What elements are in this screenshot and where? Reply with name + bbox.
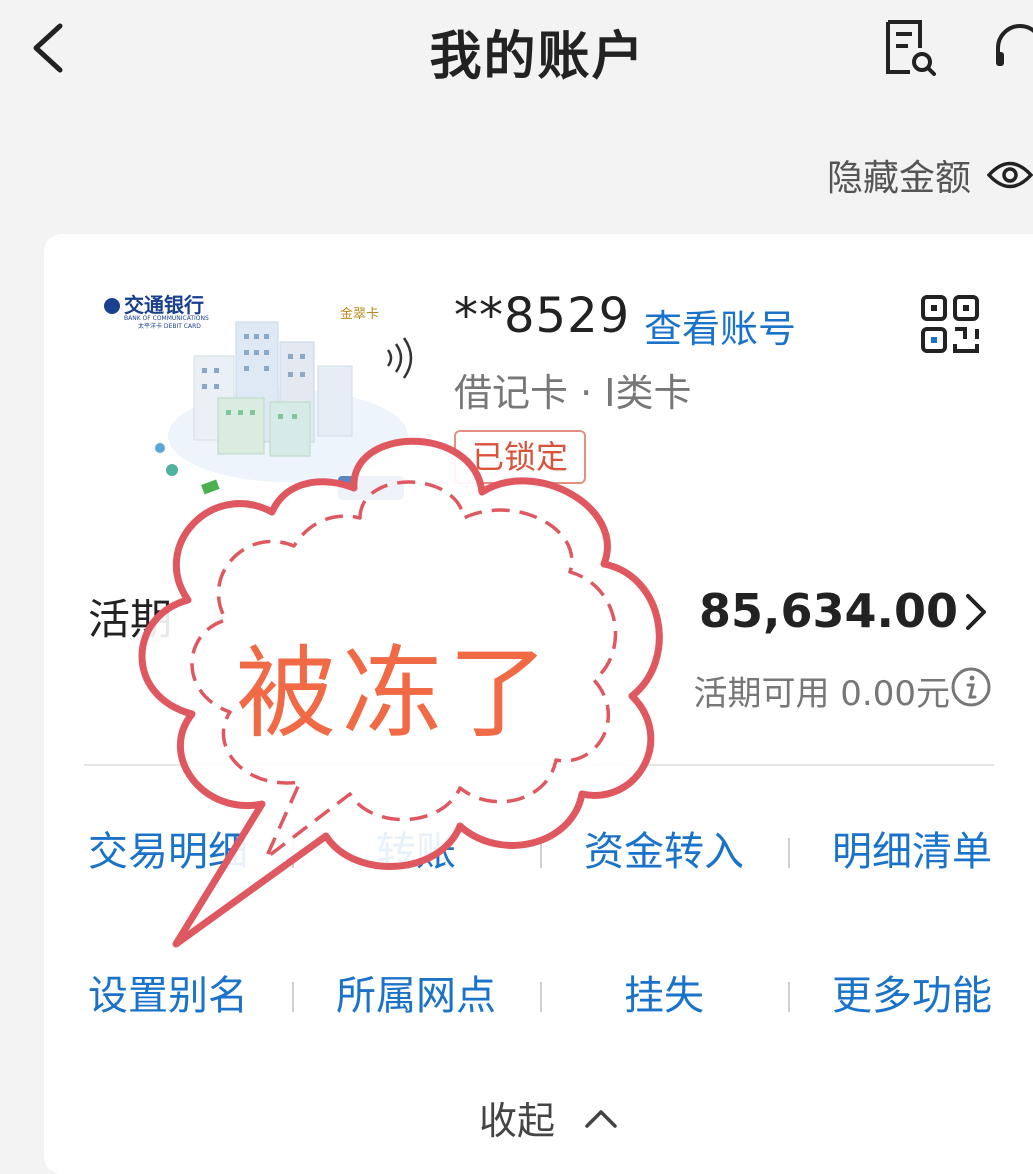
top-bar: 我的账户 (0, 0, 1033, 100)
status-badge: 已锁定 (454, 430, 587, 484)
hide-amount-label: 隐藏金额 (826, 158, 971, 199)
more-functions-button[interactable]: 更多功能 (788, 966, 1033, 1026)
collapse-button[interactable]: 收起 (44, 1090, 1033, 1145)
svg-text:交通银行: 交通银行 (124, 293, 204, 317)
hide-amount-toggle[interactable]: 隐藏金额 (827, 150, 1033, 200)
collapse-label: 收起 (478, 1099, 555, 1143)
card-number: **8529 (454, 288, 631, 344)
set-alias-button[interactable]: 设置别名 (44, 966, 292, 1026)
chevron-up-icon (585, 1109, 617, 1128)
card-type: 借记卡 · I类卡 (454, 371, 692, 415)
view-account-number-link[interactable]: 查看账号 (644, 298, 796, 353)
statement-list-button[interactable]: 明细清单 (788, 822, 1033, 882)
transaction-details-button[interactable]: 交易明细 (44, 822, 292, 882)
report-loss-button[interactable]: 挂失 (540, 966, 788, 1026)
customer-service-icon[interactable] (992, 22, 1033, 78)
available-balance: 活期可用 0.00元 (693, 674, 950, 714)
qr-code-icon[interactable] (920, 294, 980, 354)
branch-button[interactable]: 所属网点 (292, 966, 540, 1026)
svg-text:太平洋卡 DEBIT CARD: 太平洋卡 DEBIT CARD (138, 322, 201, 330)
svg-text:金翠卡: 金翠卡 (340, 306, 379, 322)
fund-transfer-in-button[interactable]: 资金转入 (540, 822, 788, 882)
balance-amount[interactable]: 85,634.00 (699, 584, 958, 638)
actions-row-1: 交易明细 转账 资金转入 明细清单 (44, 822, 1033, 882)
balance-label: 活期 (88, 595, 173, 644)
info-icon[interactable] (950, 666, 992, 708)
eye-icon (987, 161, 1033, 189)
actions-row-2: 设置别名 所属网点 挂失 更多功能 (44, 966, 1033, 1026)
svg-text:BANK OF COMMUNICATIONS: BANK OF COMMUNICATIONS (124, 315, 209, 322)
divider (84, 764, 994, 766)
transfer-button[interactable]: 转账 (292, 822, 540, 882)
page-title: 我的账户 (429, 27, 646, 87)
overlay-text: 被冻了 (236, 635, 554, 752)
debit-card-image[interactable]: 交通银行 BANK OF COMMUNICATIONS 太平洋卡 DEBIT C… (98, 286, 458, 506)
bill-search-icon[interactable] (882, 18, 938, 78)
chevron-right-icon[interactable] (962, 590, 990, 634)
